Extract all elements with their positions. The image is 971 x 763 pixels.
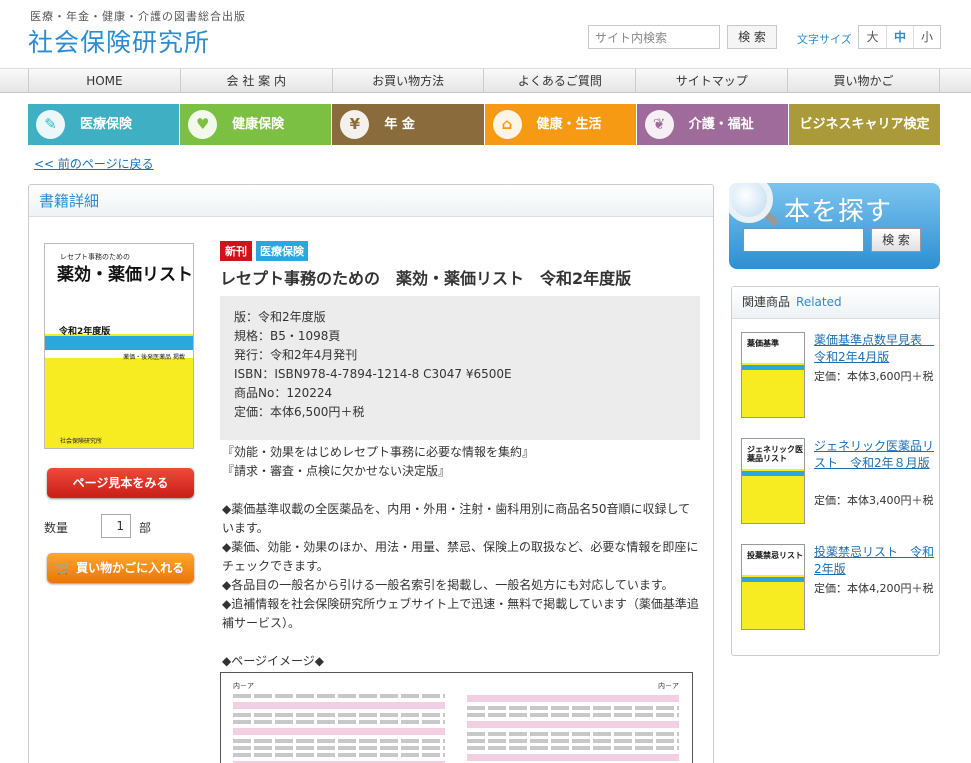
new-badge: 新刊 <box>220 241 252 261</box>
category-tab-label: 健康保険 <box>232 117 285 132</box>
book-title: レセプト事務のための 薬効・薬価リスト 令和2年度版 <box>220 269 632 288</box>
font-size-medium-button[interactable]: 中 <box>886 26 913 48</box>
badges: 新刊 医療保険 <box>220 241 308 261</box>
nav-sitemap[interactable]: サイトマップ <box>635 69 787 93</box>
category-tab-3[interactable]: ⌂ 健康・生活 <box>484 104 637 145</box>
category-tab-label: 年 金 <box>384 117 415 132</box>
nav-home[interactable]: HOME <box>28 69 180 93</box>
description-line: ◆薬価基準収載の全医薬品を、内用・外用・注射・歯科用別に商品名50音順に収録して… <box>222 502 691 535</box>
preview-page-label-right: 内－ア <box>658 682 679 690</box>
related-cover-image[interactable]: 投薬禁忌リスト <box>741 544 805 630</box>
related-cover-title: ジェネリック医薬品リスト <box>747 445 803 463</box>
related-item-link[interactable]: 薬価基準点数早見表 令和2年4月版 <box>814 332 939 366</box>
book-search-title: 本を探す <box>784 197 893 227</box>
spec-line: ISBN：ISBN978-4-7894-1214-8 C3047 ¥6500E <box>234 367 512 381</box>
category-tab-2[interactable]: ¥ 年 金 <box>332 104 485 145</box>
preview-page-label-left: 内－ア <box>233 682 254 690</box>
home-icon: ⌂ <box>492 110 522 139</box>
site-tagline: 医療・年金・健康・介護の図書総合出版 <box>30 10 246 23</box>
related-item-price: 定価：本体3,600円＋税 <box>814 370 934 383</box>
related-item-price: 定価：本体3,400円＋税 <box>814 494 934 507</box>
description-line: 『請求・審査・点検に欠かせない決定版』 <box>222 464 451 478</box>
description-line <box>222 481 702 500</box>
category-nav: ✎ 医療保険 ♥ 健康保険 ¥ 年 金 ⌂ 健康・生活 ❦ 介護・福祉 ビジネスキャリア検定 <box>28 104 941 145</box>
font-size-small-button[interactable]: 小 <box>913 26 940 48</box>
description-line: ◆追補情報を社会保険研究所ウェブサイト上で迅速・無料で掲載しています（薬価基準追… <box>222 597 699 630</box>
cart-icon: 🛒 <box>56 561 72 575</box>
leaf-icon: ❦ <box>644 110 674 139</box>
nav-faq[interactable]: よくあるご質問 <box>483 69 635 93</box>
quantity-unit: 部 <box>139 521 152 535</box>
heart-icon: ♥ <box>188 110 218 139</box>
add-to-cart-button[interactable]: 🛒 買い物かごに入れる <box>47 553 194 583</box>
related-heading: 関連商品 Related <box>732 287 939 319</box>
cover-sub-text: 薬価・後発医薬品 掲載 <box>123 354 185 361</box>
site-search-input[interactable]: サイト内検索 <box>588 25 720 49</box>
category-tab-label: ビジネスキャリア検定 <box>799 117 930 132</box>
book-detail-heading: 書籍詳細 <box>29 185 713 217</box>
book-search-button[interactable]: 検 索 <box>871 228 921 252</box>
font-size-label: 文字サイズ <box>797 33 852 46</box>
font-size-large-button[interactable]: 大 <box>859 26 886 48</box>
nav-cart[interactable]: 買い物かご <box>787 69 940 93</box>
spec-line: 定価：本体6,500円＋税 <box>234 405 365 419</box>
page-preview-button[interactable]: ページ見本をみる <box>47 468 194 498</box>
category-tab-5[interactable]: ビジネスキャリア検定 <box>788 104 941 145</box>
description-line: 『効能・効果をはじめレセプト事務に必要な情報を集約』 <box>222 445 535 459</box>
category-tab-label: 健康・生活 <box>536 117 602 132</box>
category-tab-4[interactable]: ❦ 介護・福祉 <box>636 104 789 145</box>
site-search-button[interactable]: 検 索 <box>727 25 777 49</box>
category-badge: 医療保険 <box>256 241 308 261</box>
book-cover-image: レセプト事務のための 薬効・薬価リスト 令和2年度版 薬価・後発医薬品 掲載 社… <box>44 243 194 449</box>
book-search-input[interactable] <box>743 228 864 252</box>
description-line: ◆各品目の一般名から引ける一般名索引を掲載し、一般名処方にも対応しています。 <box>222 578 674 592</box>
book-description: 『効能・効果をはじめレセプト事務に必要な情報を集約』 『請求・審査・点検に欠かせな… <box>222 443 702 671</box>
category-tab-0[interactable]: ✎ 医療保険 <box>28 104 181 145</box>
back-link[interactable]: << 前のページに戻る <box>34 155 154 172</box>
yen-icon: ¥ <box>340 110 370 139</box>
related-products-panel: 関連商品 Related 薬価基準 薬価基準点数早見表 令和2年4月版定価：本体3,… <box>731 286 940 656</box>
related-subheading: Related <box>796 295 842 309</box>
spec-line: 版：令和2年度版 <box>234 310 326 324</box>
related-item-link[interactable]: ジェネリック医薬品リスト 令和2年８月版 <box>814 438 939 472</box>
book-search-box: 本を探す 検 索 <box>729 183 940 269</box>
global-nav: HOME 会 社 案 内 お買い物方法 よくあるご質問 サイトマップ 買い物かご <box>0 68 971 93</box>
related-cover-title: 薬価基準 <box>747 339 779 348</box>
description-line: ◆ページイメージ◆ <box>222 654 324 668</box>
add-to-cart-label: 買い物かごに入れる <box>76 561 185 575</box>
spec-line: 規格：B5・1098頁 <box>234 329 341 343</box>
category-tab-label: 医療保険 <box>80 117 133 132</box>
book-spec-box: 版：令和2年度版規格：B5・1098頁発行：令和2年4月発刊 ISBN：ISBN9… <box>220 296 700 440</box>
description-line <box>222 633 702 652</box>
syringe-icon: ✎ <box>36 110 65 139</box>
spec-line: 発行：令和2年4月発刊 <box>234 348 358 362</box>
site-logo[interactable]: 社会保険研究所 <box>28 23 210 59</box>
cover-title-text: 薬効・薬価リスト <box>57 265 193 285</box>
related-cover-title: 投薬禁忌リスト <box>747 551 803 560</box>
book-detail-panel: 書籍詳細 レセプト事務のための 薬効・薬価リスト 令和2年度版 薬価・後発医薬品… <box>28 184 714 763</box>
related-item-price: 定価：本体4,200円＋税 <box>814 582 934 595</box>
nav-company[interactable]: 会 社 案 内 <box>179 69 332 93</box>
related-item-link[interactable]: 投薬禁忌リスト 令和2年版 <box>814 544 939 578</box>
page-image-preview: 内－ア 内－ア <box>220 672 693 763</box>
category-tab-1[interactable]: ♥ 健康保険 <box>180 104 333 145</box>
quantity-input[interactable]: 1 <box>101 514 131 538</box>
spec-line: 商品No：120224 <box>234 386 333 400</box>
font-size-selector: 大 中 小 <box>858 25 941 49</box>
related-cover-image[interactable]: 薬価基準 <box>741 332 805 418</box>
cover-publisher-text: 社会保険研究所 <box>60 438 103 445</box>
related-cover-image[interactable]: ジェネリック医薬品リスト <box>741 438 805 524</box>
nav-how-to-buy[interactable]: お買い物方法 <box>331 69 484 93</box>
description-line: ◆薬価、効能・効果のほか、用法・用量、禁忌、保険上の取扱など、必要な情報を即座に… <box>222 540 699 573</box>
quantity-label: 数量 <box>44 521 69 535</box>
category-tab-label: 介護・福祉 <box>688 117 754 132</box>
